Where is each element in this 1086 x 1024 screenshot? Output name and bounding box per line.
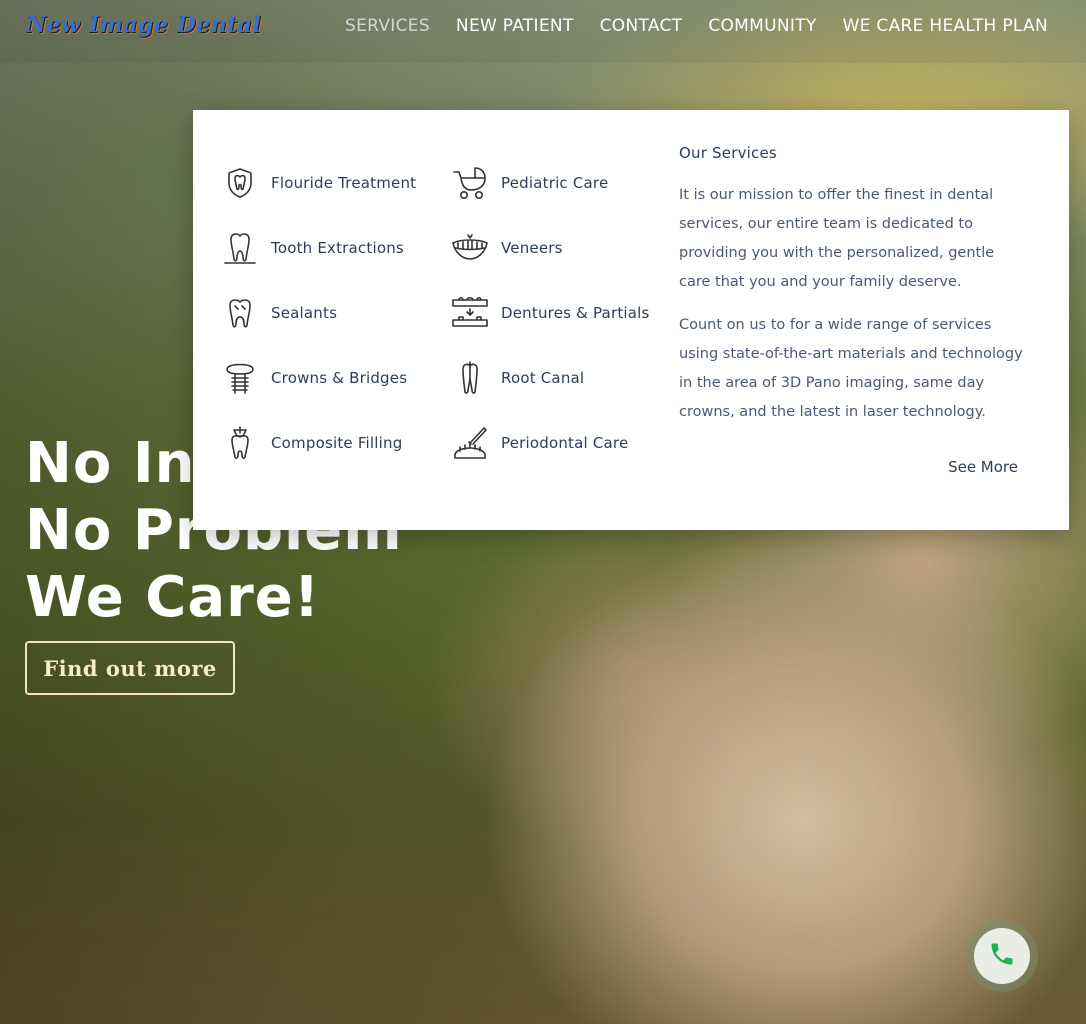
shield-tooth-icon bbox=[221, 164, 259, 202]
service-label: Dentures & Partials bbox=[501, 303, 650, 322]
service-label: Tooth Extractions bbox=[271, 238, 404, 257]
find-out-more-button[interactable]: Find out more bbox=[25, 641, 235, 695]
phone-icon bbox=[988, 940, 1016, 972]
service-label: Veneers bbox=[501, 238, 563, 257]
service-item-flouride-treatment[interactable]: Flouride Treatment bbox=[221, 150, 416, 215]
nav-community[interactable]: COMMUNITY bbox=[708, 16, 816, 36]
service-label: Sealants bbox=[271, 303, 338, 322]
nav-new-patient[interactable]: NEW PATIENT bbox=[456, 16, 574, 36]
filling-tooth-icon bbox=[221, 424, 259, 462]
services-heading: Our Services bbox=[679, 144, 777, 162]
services-column-1: Flouride Treatment Tooth Extractions Sea… bbox=[221, 150, 416, 475]
service-label: Crowns & Bridges bbox=[271, 368, 408, 387]
phone-call-widget bbox=[966, 920, 1038, 992]
see-more-link[interactable]: See More bbox=[948, 458, 1018, 476]
main-nav: SERVICES NEW PATIENT CONTACT COMMUNITY W… bbox=[345, 16, 1048, 36]
service-item-dentures-partials[interactable]: Dentures & Partials bbox=[451, 280, 650, 345]
service-label: Composite Filling bbox=[271, 433, 403, 452]
service-item-sealants[interactable]: Sealants bbox=[221, 280, 416, 345]
service-label: Periodontal Care bbox=[501, 433, 629, 452]
services-about: Our Services It is our mission to offer … bbox=[679, 144, 1029, 441]
call-button[interactable] bbox=[974, 928, 1030, 984]
services-paragraph-1: It is our mission to offer the finest in… bbox=[679, 187, 995, 290]
service-item-crowns-bridges[interactable]: Crowns & Bridges bbox=[221, 345, 416, 410]
service-label: Pediatric Care bbox=[501, 173, 609, 192]
service-item-pediatric-care[interactable]: Pediatric Care bbox=[451, 150, 650, 215]
services-dropdown: Flouride Treatment Tooth Extractions Sea… bbox=[193, 110, 1069, 530]
service-item-composite-filling[interactable]: Composite Filling bbox=[221, 410, 416, 475]
services-column-2: Pediatric Care Veneers Dentures & Partia… bbox=[451, 150, 650, 475]
baby-carriage-icon bbox=[451, 164, 489, 202]
dentures-icon bbox=[451, 294, 489, 332]
service-label: Flouride Treatment bbox=[271, 173, 417, 192]
tooth-icon bbox=[221, 229, 259, 267]
service-label: Root Canal bbox=[501, 368, 585, 387]
service-item-tooth-extractions[interactable]: Tooth Extractions bbox=[221, 215, 416, 280]
site-logo[interactable]: New Image Dental bbox=[26, 12, 261, 50]
implant-icon bbox=[221, 359, 259, 397]
service-item-veneers[interactable]: Veneers bbox=[451, 215, 650, 280]
service-item-periodontal-care[interactable]: Periodontal Care bbox=[451, 410, 650, 475]
tooth-icon bbox=[221, 294, 259, 332]
hero-line-3: We Care! bbox=[25, 565, 321, 630]
nav-contact[interactable]: CONTACT bbox=[600, 16, 683, 36]
smile-teeth-icon bbox=[451, 229, 489, 267]
services-paragraph-2: Count on us to for a wide range of servi… bbox=[679, 317, 1023, 420]
root-canal-icon bbox=[451, 359, 489, 397]
nav-we-care-health-plan[interactable]: WE CARE HEALTH PLAN bbox=[843, 16, 1048, 36]
dental-tool-icon bbox=[451, 424, 489, 462]
service-item-root-canal[interactable]: Root Canal bbox=[451, 345, 650, 410]
site-header: New Image Dental SERVICES NEW PATIENT CO… bbox=[0, 0, 1086, 63]
nav-services[interactable]: SERVICES bbox=[345, 16, 430, 36]
